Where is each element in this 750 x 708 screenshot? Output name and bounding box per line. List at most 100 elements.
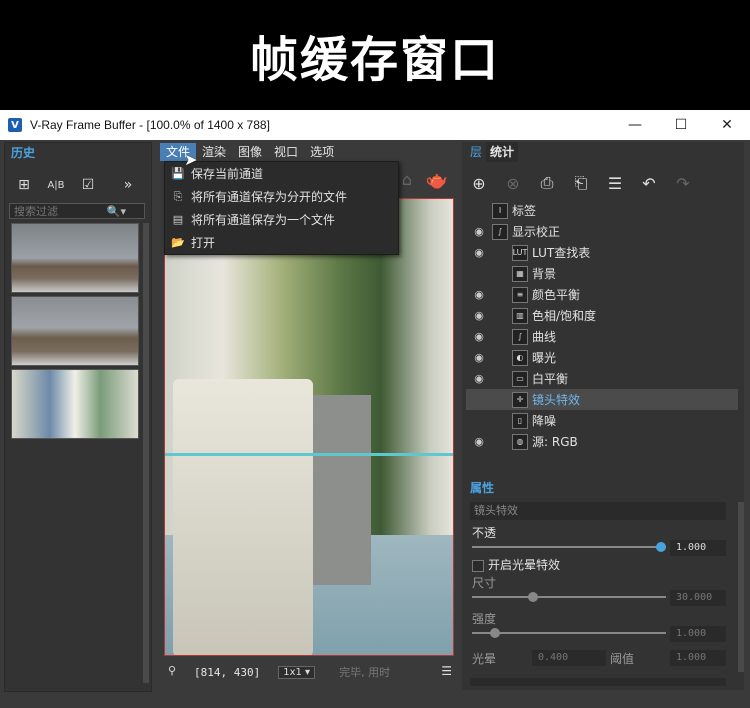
layer-row-curves[interactable]: ◉ ∫ 曲线 xyxy=(466,326,738,347)
pick-icon[interactable]: ⚲ xyxy=(168,664,176,677)
visibility-eye-icon[interactable]: ◉ xyxy=(472,225,486,238)
layer-row-white-balance[interactable]: ◉ ▭ 白平衡 xyxy=(466,368,738,389)
redo-icon[interactable]: ↷ xyxy=(666,174,700,193)
undo-icon[interactable]: ↶ xyxy=(632,174,666,193)
label-layer-icon: I xyxy=(492,202,508,219)
tab-stats[interactable]: 统计 xyxy=(486,142,519,162)
intensity-value[interactable]: 1.000 xyxy=(670,626,726,642)
ab-compare-icon[interactable]: A|B xyxy=(43,173,69,197)
layer-label: 标签 xyxy=(512,204,537,218)
render-viewport[interactable] xyxy=(164,198,454,656)
menu-options[interactable]: 选项 xyxy=(304,143,340,161)
minimize-button[interactable]: — xyxy=(612,110,658,140)
delete-layer-icon[interactable]: ⊗ xyxy=(496,174,530,193)
size-slider-knob[interactable] xyxy=(528,592,538,602)
size-label: 尺寸 xyxy=(472,576,497,590)
layer-label: 色相/饱和度 xyxy=(532,309,597,323)
menu-image[interactable]: 图像 xyxy=(232,143,268,161)
visibility-eye-icon[interactable]: ◉ xyxy=(472,435,486,448)
layer-row-lens-effects[interactable]: ✛ 镜头特效 xyxy=(466,389,738,410)
layer-row-exposure[interactable]: ◉ ◐ 曝光 xyxy=(466,347,738,368)
white-balance-icon: ▭ xyxy=(512,370,528,387)
menu-item-save-current-channel[interactable]: 💾 保存当前通道 xyxy=(165,162,398,185)
menu-viewport[interactable]: 视口 xyxy=(268,143,304,161)
lut-icon: LUT xyxy=(512,244,528,261)
history-thumbnails xyxy=(11,223,139,442)
exposure-icon: ◐ xyxy=(512,349,528,366)
add-layer-icon[interactable]: ⊕ xyxy=(462,174,496,193)
render-chair xyxy=(173,379,313,655)
visibility-eye-icon[interactable]: ◉ xyxy=(472,372,486,385)
render-table-edge xyxy=(165,453,453,456)
intensity-slider-knob[interactable] xyxy=(490,628,500,638)
close-button[interactable]: ✕ xyxy=(704,110,750,140)
add-history-icon[interactable]: ⊞ xyxy=(11,173,37,197)
layers-toolbar: ⊕ ⊗ ⎙ ⎗ ☰ ↶ ↷ xyxy=(462,168,744,198)
opacity-value[interactable]: 1.000 xyxy=(670,540,726,556)
history-scrollbar[interactable] xyxy=(143,223,149,683)
log-icon[interactable]: ☰ xyxy=(441,664,452,678)
display-correction-icon: ∫ xyxy=(492,223,508,240)
background-icon: ▦ xyxy=(512,265,528,282)
check-history-icon[interactable]: ☑ xyxy=(75,173,101,197)
layer-row-lut[interactable]: ◉ LUT LUT查找表 xyxy=(466,242,738,263)
menu-item-save-all-one-file[interactable]: ▤ 将所有通道保存为一个文件 xyxy=(165,208,398,231)
save-layers-icon[interactable]: ⎙ xyxy=(530,173,564,193)
properties-scrollbar[interactable] xyxy=(738,502,744,672)
layer-label: LUT查找表 xyxy=(532,246,591,260)
history-panel: 历史 ⊞ A|B ☑ » 搜索过滤 🔍▾ xyxy=(4,142,152,692)
layer-row-background[interactable]: ▦ 背景 xyxy=(466,263,738,284)
vray-frame-buffer-window: V V-Ray Frame Buffer - [100.0% of 1400 x… xyxy=(0,110,750,708)
search-icon[interactable]: 🔍▾ xyxy=(107,204,126,220)
tab-layers[interactable]: 层 xyxy=(466,142,486,162)
layer-list-icon[interactable]: ☰ xyxy=(598,174,632,193)
threshold-label: 阈值 xyxy=(610,652,635,666)
layer-row-hue-saturation[interactable]: ◉ ▥ 色相/饱和度 xyxy=(466,305,738,326)
visibility-eye-icon[interactable]: ◉ xyxy=(472,246,486,259)
size-slider-track[interactable] xyxy=(472,596,666,598)
menu-render[interactable]: 渲染 xyxy=(196,143,232,161)
teapot-render-icon[interactable]: 🫖 xyxy=(426,170,448,191)
more-icon[interactable]: » xyxy=(115,173,141,197)
history-thumbnail[interactable] xyxy=(11,369,139,439)
layer-row-denoise[interactable]: ▯ 降噪 xyxy=(466,410,738,431)
file-menu-dropdown: 💾 保存当前通道 ⎘ 将所有通道保存为分开的文件 ▤ 将所有通道保存为一个文件 … xyxy=(164,161,399,255)
bloom-checkbox[interactable] xyxy=(472,560,484,572)
layer-row-display-correction[interactable]: ◉ ∫ 显示校正 xyxy=(466,221,738,242)
history-thumbnail[interactable] xyxy=(11,223,139,293)
intensity-slider-track[interactable] xyxy=(472,632,666,634)
menu-bar: 文件 渲染 图像 视口 选项 xyxy=(160,142,456,162)
search-placeholder: 搜索过滤 xyxy=(14,205,58,218)
history-search-input[interactable]: 搜索过滤 🔍▾ xyxy=(9,203,145,219)
opacity-slider-track[interactable] xyxy=(472,546,666,548)
history-toolbar: ⊞ A|B ☑ » xyxy=(5,171,151,199)
load-layers-icon[interactable]: ⎗ xyxy=(564,173,598,193)
size-value[interactable]: 30.000 xyxy=(670,590,726,606)
maximize-button[interactable]: ☐ xyxy=(658,110,704,140)
visibility-eye-icon[interactable]: ◉ xyxy=(472,330,486,343)
history-tab[interactable]: 历史 xyxy=(5,143,41,163)
lock-icon[interactable]: ⌂ xyxy=(402,170,412,189)
layer-row-label[interactable]: I 标签 xyxy=(466,200,738,221)
menu-item-save-all-separate[interactable]: ⎘ 将所有通道保存为分开的文件 xyxy=(165,185,398,208)
threshold-value[interactable]: 1.000 xyxy=(670,650,726,666)
layer-row-color-balance[interactable]: ◉ ≡ 颜色平衡 xyxy=(466,284,738,305)
history-thumbnail[interactable] xyxy=(11,296,139,366)
visibility-eye-icon[interactable]: ◉ xyxy=(472,309,486,322)
curves-icon: ∫ xyxy=(512,328,528,345)
layer-label: 源: RGB xyxy=(532,435,578,449)
layer-label: 曲线 xyxy=(532,330,557,344)
visibility-eye-icon[interactable]: ◉ xyxy=(472,288,486,301)
zoom-select[interactable]: 1x1 ▾ xyxy=(278,665,316,679)
visibility-eye-icon[interactable]: ◉ xyxy=(472,351,486,364)
layer-label: 颜色平衡 xyxy=(532,288,581,302)
opacity-slider-knob[interactable] xyxy=(656,542,666,552)
properties-horizontal-scrollbar[interactable] xyxy=(470,678,726,686)
denoise-icon: ▯ xyxy=(512,412,528,429)
menu-item-open[interactable]: 📂 打开 xyxy=(165,231,398,254)
color-balance-icon: ≡ xyxy=(512,286,528,303)
glow-label: 光晕 xyxy=(472,652,497,666)
menu-item-label: 保存当前通道 xyxy=(191,167,264,181)
layer-row-source-rgb[interactable]: ◉ ◍ 源: RGB xyxy=(466,431,738,452)
glow-value[interactable]: 0.400 xyxy=(532,650,606,666)
